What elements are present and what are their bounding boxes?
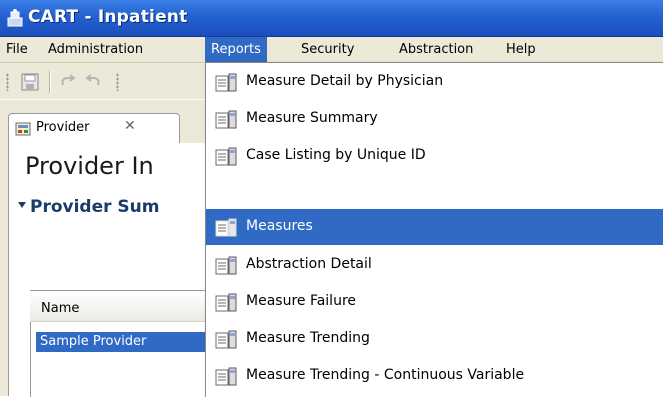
app-icon — [7, 9, 23, 27]
page-title: Provider In — [25, 152, 154, 180]
menu-security[interactable]: Security — [295, 37, 360, 62]
menu-item-measure-failure[interactable]: Measure Failure — [206, 284, 663, 320]
menu-item-measure-detail-by-physician[interactable]: Measure Detail by Physician — [206, 64, 663, 100]
toolbar-grip[interactable] — [6, 73, 9, 91]
chevron-down-icon[interactable] — [18, 202, 26, 208]
menu-administration[interactable]: Administration — [42, 37, 149, 62]
column-header-name[interactable]: Name — [30, 291, 219, 322]
menu-abstraction[interactable]: Abstraction — [393, 37, 479, 62]
menu-item-label: Measure Failure — [246, 293, 357, 309]
report-icon — [215, 293, 237, 312]
tab-provider[interactable]: Provider ✕ — [8, 113, 180, 144]
reports-menu: Measure Detail by Physician Measure Summ… — [205, 62, 663, 397]
section-title[interactable]: Provider Sum — [30, 197, 160, 217]
title-bar: CART - Inpatient — [0, 0, 663, 37]
report-icon — [215, 256, 237, 275]
report-icon — [215, 110, 237, 129]
menu-reports[interactable]: Reports — [205, 37, 267, 62]
report-icon — [215, 367, 237, 386]
table-row[interactable]: Sample Provider — [36, 332, 212, 352]
menu-item-label: Measure Trending — [246, 330, 370, 346]
menu-bar: File Administration Reports Security Abs… — [0, 37, 663, 63]
report-icon — [215, 218, 237, 237]
menu-file[interactable]: File — [0, 37, 34, 62]
report-icon — [215, 73, 237, 92]
toolbar-grip-2[interactable] — [116, 73, 119, 91]
menu-item-label: Case Listing by Unique ID — [246, 147, 426, 163]
report-icon — [215, 330, 237, 349]
save-icon[interactable] — [20, 72, 40, 92]
menu-item-label: Abstraction Detail — [246, 256, 372, 272]
menu-item-label: Measure Trending - Continuous Variable — [246, 367, 525, 383]
menu-item-measure-trending-continuous-variable[interactable]: Measure Trending - Continuous Variable — [206, 358, 663, 394]
menu-item-measures[interactable]: Measures — [206, 209, 663, 245]
report-icon — [215, 147, 237, 166]
menu-item-measure-summary[interactable]: Measure Summary — [206, 101, 663, 137]
menu-help[interactable]: Help — [500, 37, 542, 62]
menu-item-measure-trending[interactable]: Measure Trending — [206, 321, 663, 357]
tab-label: Provider — [36, 120, 90, 135]
close-icon[interactable]: ✕ — [124, 118, 136, 134]
menu-item-label: Measure Detail by Physician — [246, 73, 444, 89]
undo-icon[interactable] — [58, 72, 78, 92]
menu-item-label: Measures — [246, 218, 313, 234]
toolbar-separator — [49, 71, 51, 93]
menu-item-abstraction-detail[interactable]: Abstraction Detail — [206, 247, 663, 283]
menu-item-case-listing-by-unique-id[interactable]: Case Listing by Unique ID — [206, 138, 663, 174]
menu-item-label: Measure Summary — [246, 110, 378, 126]
window-title: CART - Inpatient — [28, 7, 188, 27]
redo-icon[interactable] — [83, 72, 103, 92]
toolbar — [0, 63, 215, 99]
provider-icon — [15, 122, 31, 136]
